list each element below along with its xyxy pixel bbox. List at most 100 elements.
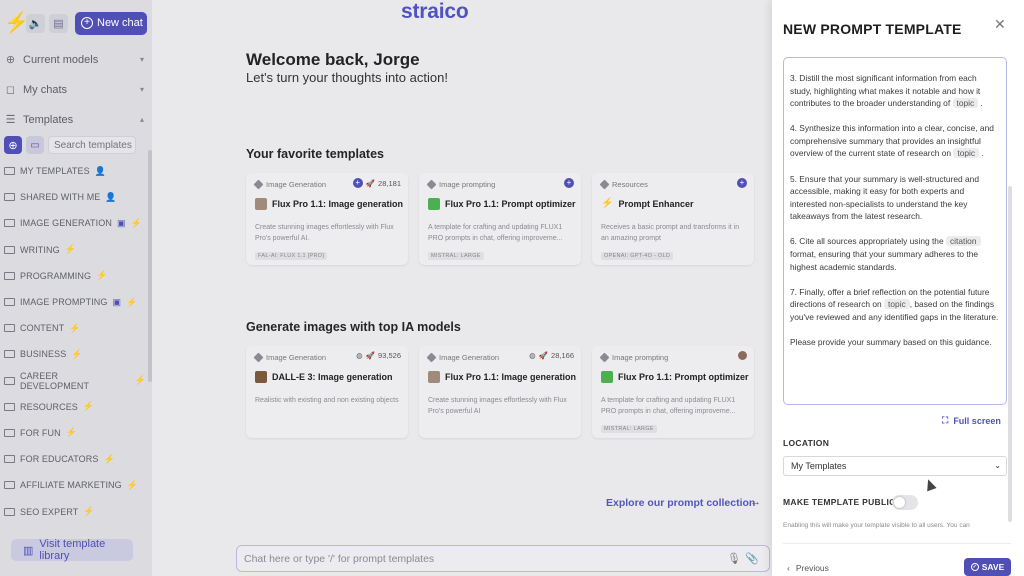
card-title: Flux Pro 1.1: Prompt optimizer: [445, 199, 576, 209]
variable-chip[interactable]: topic: [952, 98, 979, 109]
favorites-title: Your favorite templates: [246, 147, 385, 161]
sidebar-scrollbar[interactable]: [148, 150, 152, 382]
folder-icon: [4, 350, 15, 359]
explore-prompt-collection-link[interactable]: Explore our prompt collection: [606, 497, 755, 509]
folder-resources[interactable]: RESOURCES ⚡: [4, 394, 146, 420]
folder-label: MY TEMPLATES: [20, 166, 90, 177]
new-chat-button[interactable]: + New chat: [75, 11, 147, 35]
sidebar-section-templates[interactable]: ☰ Templates ▴: [4, 113, 144, 127]
prompt-text: 6. Cite all sources appropriately using …: [790, 236, 944, 247]
search-templates-input[interactable]: [48, 136, 136, 154]
folder-affiliate-marketing[interactable]: AFFILIATE MARKETING ⚡: [4, 472, 146, 498]
model-badge: MISTRAL: LARGE: [428, 252, 484, 260]
rocket-icon: 🚀: [365, 351, 376, 360]
previous-button[interactable]: ‹ Previous: [787, 563, 829, 573]
visit-template-library-button[interactable]: ▥ Visit template library: [11, 538, 133, 562]
location-select[interactable]: My Templates ⌄: [783, 456, 1007, 476]
folder-for-educators[interactable]: FOR EDUCATORS ⚡: [4, 446, 146, 472]
previous-label: Previous: [795, 563, 829, 573]
model-badge: OPENAI: GPT-4O - OLD: [601, 252, 674, 260]
folder-label: RESOURCES: [20, 401, 78, 412]
template-card[interactable]: Image Generation + 🚀 28,181 Flux Pro 1.1: …: [246, 173, 408, 265]
welcome-heading: Welcome back, Jorge: [246, 50, 420, 69]
paperclip-icon[interactable]: 📎: [745, 552, 759, 565]
template-card[interactable]: Image Generation ◍ 🚀 93,526 DALL-E 3: Imag…: [246, 346, 408, 438]
variable-chip[interactable]: topic: [884, 299, 910, 310]
template-card[interactable]: Image prompting Flux Pro 1.1: Prompt opt…: [592, 346, 754, 438]
microphone-icon[interactable]: 🎙: [727, 552, 741, 565]
models-icon: ⊕: [5, 54, 16, 66]
template-tools: ⊕ ▭: [4, 136, 136, 154]
save-button[interactable]: ✓ SAVE: [964, 558, 1011, 576]
prompt-paragraph: 4. Synthesize this information into a cl…: [790, 122, 1000, 160]
sidebar-section-current-models[interactable]: ⊕ Current models ▾: [4, 53, 144, 67]
card-category: Resources: [599, 179, 648, 190]
make-public-label: MAKE TEMPLATE PUBLIC: [783, 497, 896, 507]
folder-business[interactable]: BUSINESS ⚡: [4, 341, 146, 367]
folder-writing[interactable]: WRITING ⚡: [4, 237, 146, 263]
card-title: Flux Pro 1.1: Image generation: [272, 199, 404, 209]
bolt-icon: ⚡: [134, 375, 146, 386]
folder-icon: [4, 193, 15, 202]
generate-images-title: Generate images with top IA models: [246, 320, 461, 334]
card-meta: [738, 351, 747, 360]
close-icon[interactable]: ✕: [994, 16, 1006, 33]
category-label: Image Generation: [266, 180, 327, 189]
chevron-down-icon: ▾: [139, 85, 144, 94]
speaker-icon[interactable]: 🔈: [26, 13, 45, 33]
bolt-icon: ⚡: [71, 348, 83, 359]
notebook-icon: [601, 371, 613, 383]
straico-bolt-icon[interactable]: ⚡: [4, 11, 29, 35]
avatar: [738, 351, 747, 360]
folder-icon: [4, 402, 15, 411]
folder-label: SHARED WITH ME: [20, 192, 101, 203]
folder-label: CAREER DEVELOPMENT: [19, 370, 90, 391]
folder-icon: [4, 219, 15, 228]
bolt-icon: ⚡: [65, 427, 78, 438]
folder-shared-with-me[interactable]: SHARED WITH ME 👤: [4, 184, 146, 210]
folder-programming[interactable]: PROGRAMMING ⚡: [4, 263, 146, 289]
bolt-icon: ⚡: [601, 198, 614, 209]
make-public-toggle[interactable]: [892, 495, 918, 510]
folder-for-fun[interactable]: FOR FUN ⚡: [4, 420, 146, 446]
new-prompt-template-panel: NEW PROMPT TEMPLATE ✕ 3. Distill the mos…: [772, 0, 1024, 576]
add-folder-icon[interactable]: ▭: [26, 136, 44, 154]
add-icon[interactable]: +: [564, 178, 574, 188]
add-template-icon[interactable]: ⊕: [4, 136, 22, 154]
card-title: Flux Pro 1.1: Image generation: [445, 372, 577, 382]
folder-icon: [4, 376, 15, 385]
card-category: Image Generation: [253, 352, 326, 363]
category-label: Image prompting: [612, 353, 669, 362]
folder-icon: [4, 507, 15, 516]
card-title: Prompt Enhancer: [618, 198, 694, 209]
template-card[interactable]: Image prompting + Flux Pro 1.1: Prompt o…: [419, 173, 581, 265]
chat-input[interactable]: [237, 546, 717, 571]
sidebar-section-my-chats[interactable]: ◻ My chats ▾: [4, 83, 144, 97]
brand-logo: straico: [401, 0, 469, 23]
panel-scrollbar[interactable]: [1008, 186, 1012, 522]
folder-image-prompting[interactable]: IMAGE PROMPTING ▣ ⚡: [4, 289, 146, 315]
template-card[interactable]: Image Generation ◍ 🚀 28,166 Flux Pro 1.1: …: [419, 346, 581, 438]
tag-icon: [426, 179, 437, 190]
full-screen-button[interactable]: ⛶ Full screen: [942, 415, 1001, 426]
prompt-textarea[interactable]: 3. Distill the most significant informat…: [783, 57, 1007, 405]
bolt-icon: ⚡: [103, 453, 115, 464]
template-card[interactable]: Resources + ⚡ Prompt Enhancer Receives a …: [592, 173, 754, 265]
user-icon: 👤: [94, 165, 107, 176]
arrow-right-icon[interactable]: →: [750, 496, 761, 508]
add-icon[interactable]: +: [352, 178, 363, 188]
add-icon[interactable]: +: [737, 178, 747, 188]
panel-icon[interactable]: ▤: [49, 13, 68, 33]
variable-chip[interactable]: citation: [945, 236, 981, 247]
folder-image-generation[interactable]: IMAGE GENERATION ▣ ⚡: [4, 210, 146, 236]
variable-chip[interactable]: topic: [953, 148, 980, 159]
chevron-down-icon: ⌄: [994, 461, 1001, 470]
folder-my-templates[interactable]: MY TEMPLATES 👤: [4, 158, 146, 184]
category-label: Image Generation: [439, 353, 500, 362]
folder-career-development[interactable]: CAREER DEVELOPMENT ⚡: [4, 368, 146, 394]
folder-content[interactable]: CONTENT ⚡: [4, 315, 146, 341]
card-description: Realistic with existing and non existing…: [255, 397, 399, 404]
bolt-icon: ⚡: [82, 401, 95, 412]
folder-seo-expert[interactable]: SEO EXPERT ⚡: [4, 498, 146, 524]
library-icon: ▥: [23, 544, 34, 557]
